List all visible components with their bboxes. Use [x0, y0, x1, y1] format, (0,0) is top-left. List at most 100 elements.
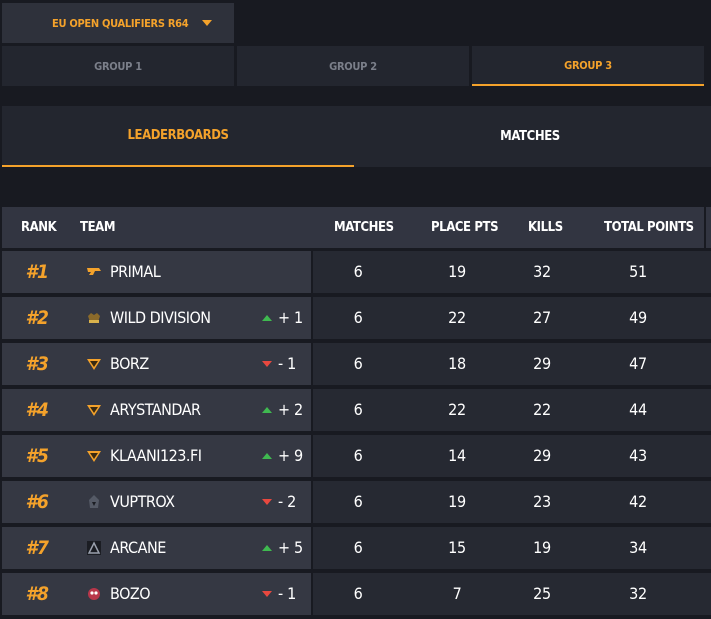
place-pts-cell: 22: [448, 400, 466, 419]
team-name[interactable]: VUPTROX: [110, 481, 175, 523]
rank-cell: #6: [25, 491, 49, 513]
table-row[interactable]: #7 ARCANE + 5 6 15 19 34: [2, 527, 711, 569]
matches-cell: 6: [353, 354, 363, 373]
team-name[interactable]: ARCANE: [110, 527, 166, 569]
rank-change-value: - 2: [278, 492, 297, 511]
header-matches: MATCHES: [334, 220, 394, 235]
kills-cell: 22: [533, 400, 551, 419]
tab-leaderboards[interactable]: LEADERBOARDS: [2, 106, 354, 167]
total-points-cell: 34: [629, 538, 647, 557]
matches-cell: 6: [353, 584, 363, 603]
table-row[interactable]: #8 BOZO - 1 6 7 25 32: [2, 573, 711, 615]
kills-cell: 23: [533, 492, 551, 511]
kills-cell: 32: [533, 262, 551, 281]
matches-cell: 6: [353, 400, 363, 419]
rank-cell: #7: [25, 537, 49, 559]
vuptrox-logo: [86, 494, 102, 510]
total-points-cell: 43: [629, 446, 647, 465]
tab-matches[interactable]: MATCHES: [354, 106, 706, 167]
rank-change-value: - 1: [278, 584, 297, 603]
header-kills: KILLS: [528, 220, 563, 235]
place-pts-cell: 14: [448, 446, 466, 465]
tab-group-2-label: GROUP 2: [329, 59, 377, 73]
arystandar-logo: [86, 402, 102, 418]
kills-cell: 27: [533, 308, 551, 327]
rank-cell: #3: [25, 353, 49, 375]
tab-group-1-label: GROUP 1: [94, 59, 142, 73]
rank-change: - 2: [262, 481, 296, 523]
kills-cell: 25: [533, 584, 551, 603]
place-pts-cell: 19: [448, 262, 466, 281]
rank-change-value: + 5: [278, 538, 303, 557]
rank-cell: #1: [25, 261, 49, 283]
matches-cell: 6: [353, 262, 363, 281]
bozo-logo: [86, 586, 102, 602]
table-row[interactable]: #4 ARYSTANDAR + 2 6 22 22 44: [2, 389, 711, 431]
table-row[interactable]: #6 VUPTROX - 2 6 19 23 42: [2, 481, 711, 523]
tab-group-1[interactable]: GROUP 1: [2, 46, 234, 86]
rank-cell: #2: [25, 307, 49, 329]
place-pts-cell: 7: [452, 584, 462, 603]
place-pts-cell: 22: [448, 308, 466, 327]
rank-change: - 1: [262, 573, 296, 615]
tab-group-2[interactable]: GROUP 2: [237, 46, 469, 86]
matches-cell: 6: [353, 446, 363, 465]
matches-cell: 6: [353, 538, 363, 557]
matches-cell: 6: [353, 492, 363, 511]
total-points-cell: 32: [629, 584, 647, 603]
arcane-logo: [86, 540, 102, 556]
rank-cell: #5: [25, 445, 49, 467]
rank-change-value: + 1: [278, 308, 303, 327]
team-name[interactable]: BORZ: [110, 343, 149, 385]
rank-change: + 5: [262, 527, 303, 569]
borz-logo: [86, 356, 102, 372]
rank-cell: #8: [25, 583, 49, 605]
place-pts-cell: 15: [448, 538, 466, 557]
kills-cell: 19: [533, 538, 551, 557]
place-pts-cell: 19: [448, 492, 466, 511]
tournament-dropdown[interactable]: EU OPEN QUALIFIERS R64: [2, 3, 234, 43]
arrow-down-icon: [262, 499, 272, 505]
total-points-cell: 49: [629, 308, 647, 327]
team-name[interactable]: ARYSTANDAR: [110, 389, 201, 431]
header-divider: [706, 207, 711, 248]
rank-change-value: - 1: [278, 354, 297, 373]
rank-change-value: + 2: [278, 400, 303, 419]
total-points-cell: 51: [629, 262, 647, 281]
tournament-label: EU OPEN QUALIFIERS R64: [52, 16, 189, 30]
kills-cell: 29: [533, 446, 551, 465]
matches-cell: 6: [353, 308, 363, 327]
team-name[interactable]: KLAANI123.FI: [110, 435, 202, 477]
klaani-logo: [86, 448, 102, 464]
table-row[interactable]: #5 KLAANI123.FI + 9 6 14 29 43: [2, 435, 711, 477]
arrow-down-icon: [262, 361, 272, 367]
arrow-up-icon: [262, 407, 272, 413]
header-total-points: TOTAL POINTS: [604, 220, 694, 235]
team-name[interactable]: WILD DIVISION: [110, 297, 211, 339]
team-name[interactable]: BOZO: [110, 573, 151, 615]
tab-group-3[interactable]: GROUP 3: [472, 46, 704, 86]
header-place-pts: PLACE PTS: [431, 220, 499, 235]
table-row[interactable]: #1 PRIMAL 6 19 32 51: [2, 251, 711, 293]
tab-matches-label: MATCHES: [500, 129, 560, 144]
arrow-up-icon: [262, 545, 272, 551]
header-team: TEAM: [80, 220, 116, 235]
rank-change-value: + 9: [278, 446, 303, 465]
total-points-cell: 44: [629, 400, 647, 419]
rank-change: + 2: [262, 389, 303, 431]
wild-division-logo: [86, 310, 102, 326]
leaderboard-header: RANK TEAM MATCHES PLACE PTS KILLS TOTAL …: [2, 207, 704, 248]
primal-logo: [86, 264, 102, 280]
arrow-up-icon: [262, 315, 272, 321]
chevron-down-icon: [202, 20, 213, 26]
table-row[interactable]: #3 BORZ - 1 6 18 29 47: [2, 343, 711, 385]
total-points-cell: 47: [629, 354, 647, 373]
table-row[interactable]: #2 WILD DIVISION + 1 6 22 27 49: [2, 297, 711, 339]
team-name[interactable]: PRIMAL: [110, 251, 161, 293]
tab-leaderboards-label: LEADERBOARDS: [127, 128, 229, 143]
header-rank: RANK: [21, 220, 57, 235]
rank-change: - 1: [262, 343, 296, 385]
place-pts-cell: 18: [448, 354, 466, 373]
rank-cell: #4: [25, 399, 49, 421]
total-points-cell: 42: [629, 492, 647, 511]
